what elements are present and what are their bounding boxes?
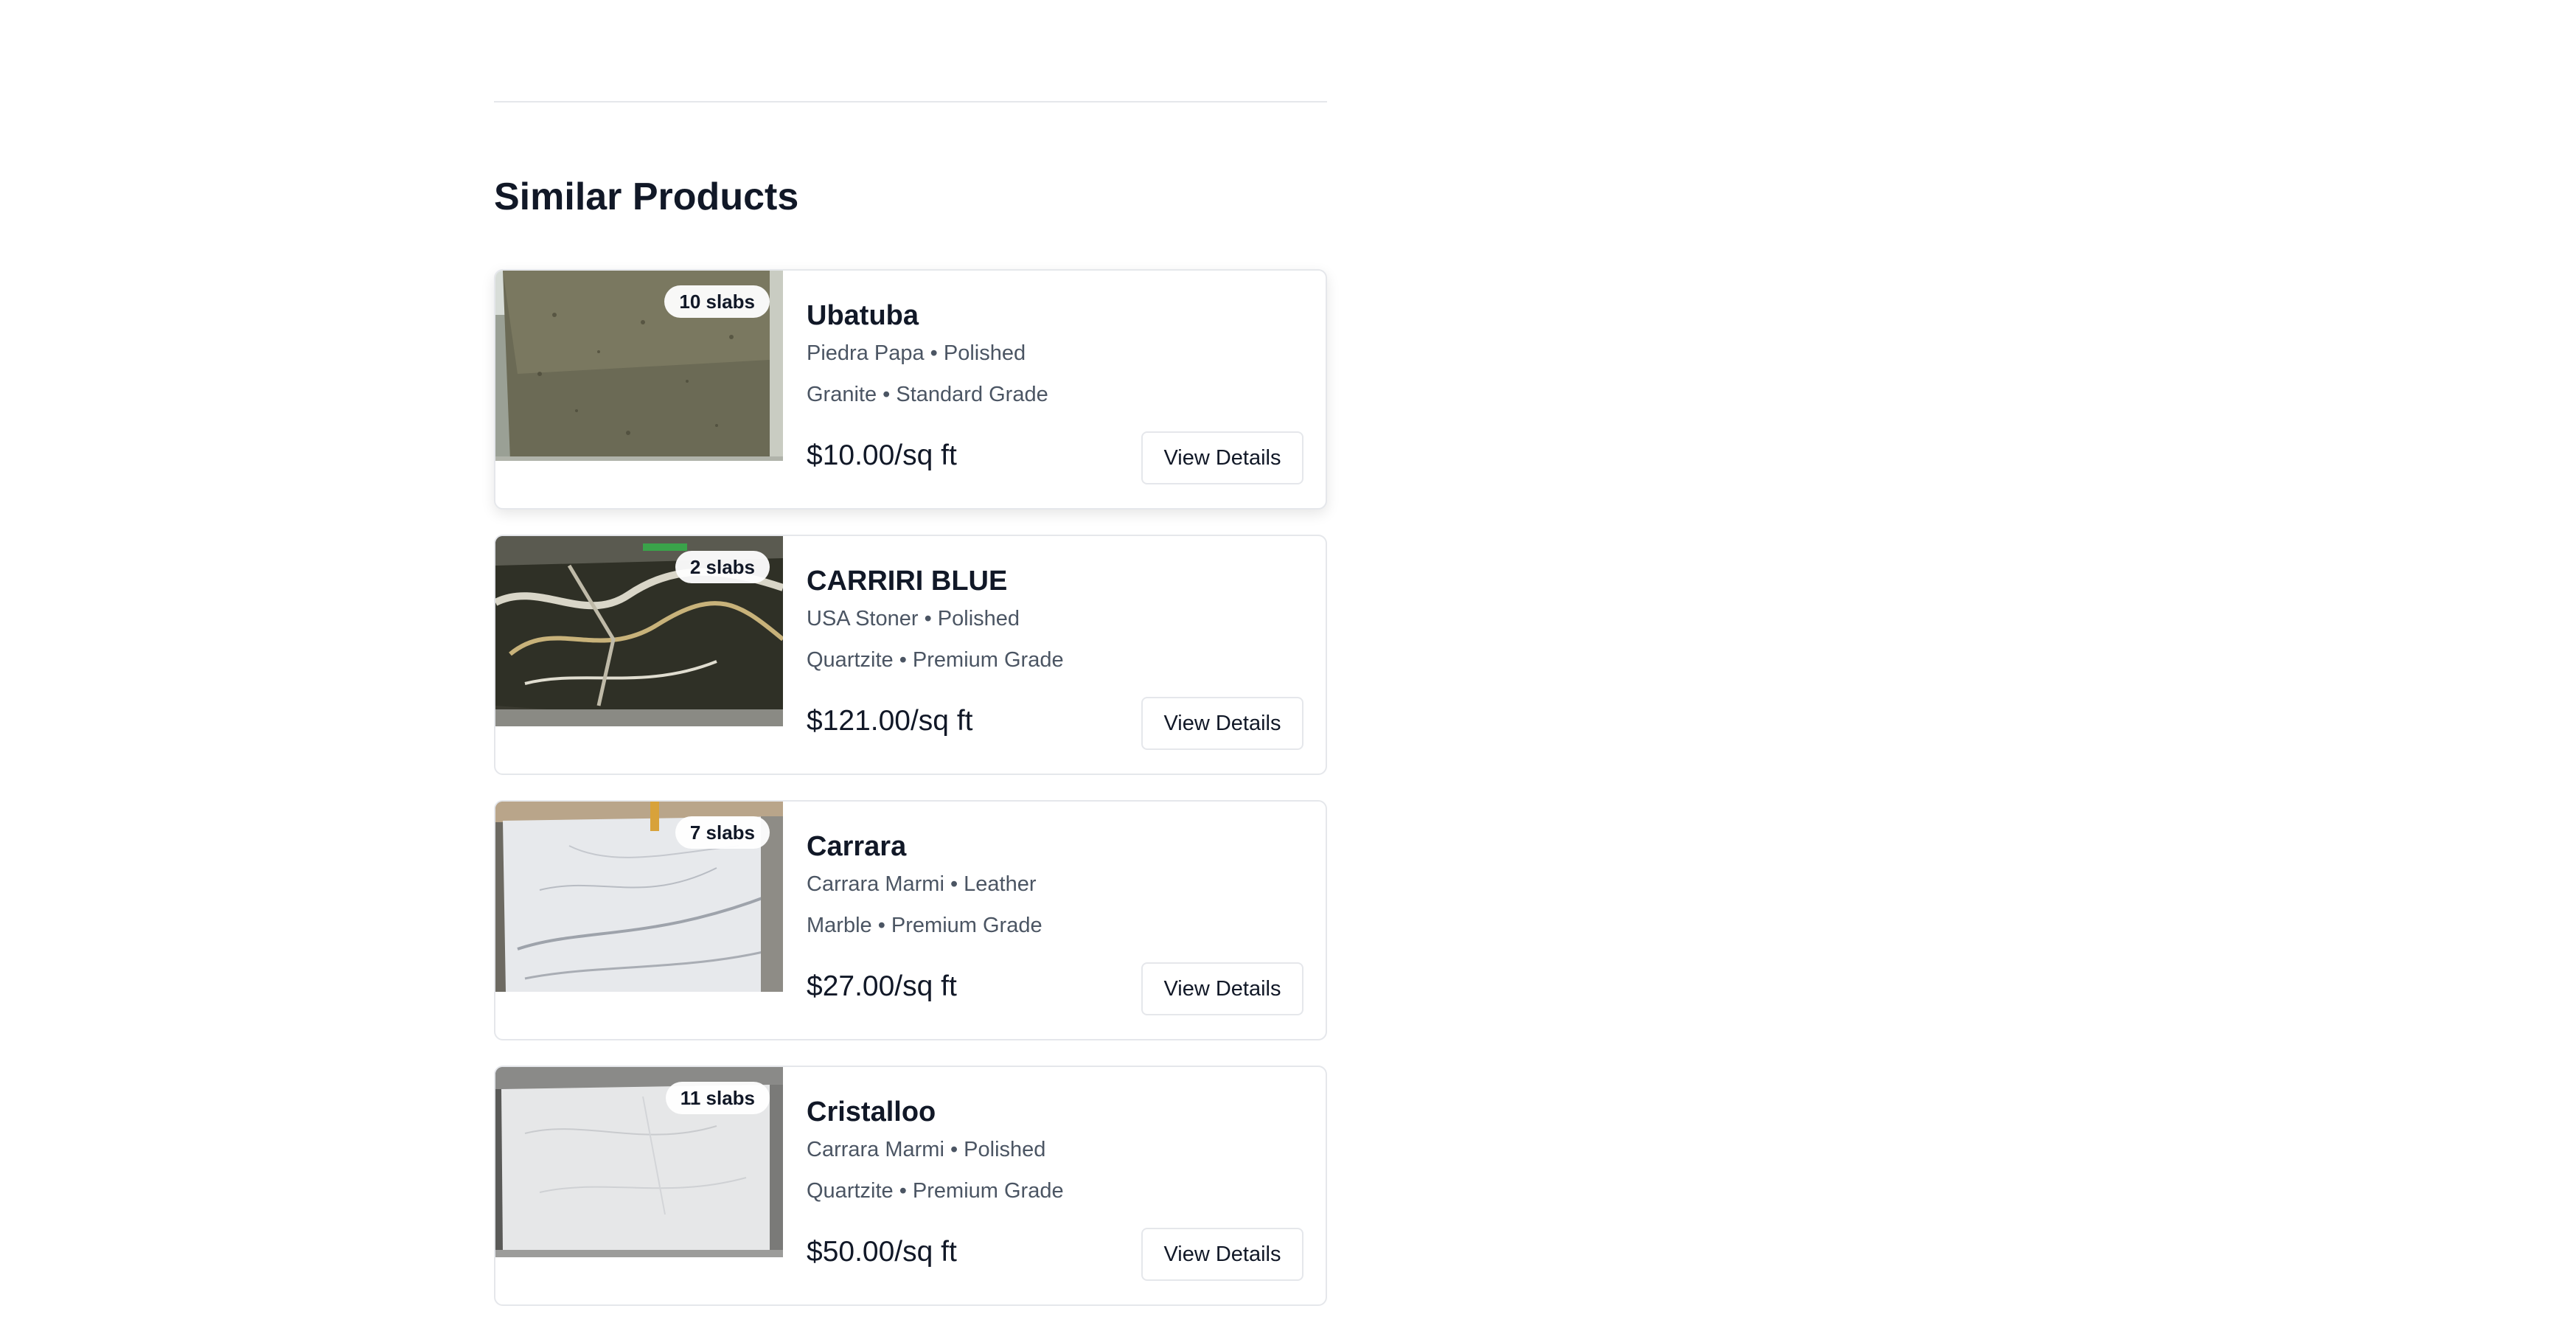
slab-count-badge: 2 slabs [675,551,770,583]
view-details-button[interactable]: View Details [1141,1228,1303,1281]
product-card[interactable]: 10 slabs Ubatuba Piedra Papa • Polished … [494,269,1327,510]
product-info: Cristalloo Carrara Marmi • Polished Quar… [807,1094,1303,1204]
product-material-grade: Quartzite • Premium Grade [807,1179,1064,1203]
view-details-button[interactable]: View Details [1141,431,1303,484]
product-supplier-finish: USA Stoner • Polished [807,607,1020,630]
product-price: $10.00/sq ft [807,439,957,471]
product-info: Carrara Carrara Marmi • Leather Marble •… [807,828,1303,939]
product-material-grade: Granite • Standard Grade [807,383,1048,406]
product-info: Ubatuba Piedra Papa • Polished Granite •… [807,297,1303,408]
product-price: $27.00/sq ft [807,970,957,1002]
section-divider [494,101,1327,102]
product-image[interactable]: 7 slabs [495,802,783,992]
product-card[interactable]: 11 slabs Cristalloo Carrara Marmi • Poli… [494,1066,1327,1306]
product-name[interactable]: Cristalloo [807,1094,1303,1130]
product-supplier-finish: Carrara Marmi • Leather [807,872,1037,896]
slab-count-badge: 11 slabs [665,1082,770,1114]
product-card[interactable]: 2 slabs CARRIRI BLUE USA Stoner • Polish… [494,535,1327,775]
section-title: Similar Products [494,176,799,218]
view-details-button[interactable]: View Details [1141,697,1303,750]
product-supplier-finish: Piedra Papa • Polished [807,341,1026,365]
product-image[interactable]: 11 slabs [495,1067,783,1257]
product-material-grade: Quartzite • Premium Grade [807,648,1064,672]
product-material-grade: Marble • Premium Grade [807,914,1042,937]
product-price: $121.00/sq ft [807,705,973,737]
product-supplier-finish: Carrara Marmi • Polished [807,1138,1046,1161]
product-name[interactable]: Ubatuba [807,297,1303,334]
slab-count-badge: 10 slabs [664,285,770,318]
view-details-button[interactable]: View Details [1141,962,1303,1015]
product-price: $50.00/sq ft [807,1236,957,1268]
product-image[interactable]: 2 slabs [495,536,783,726]
product-name[interactable]: CARRIRI BLUE [807,563,1303,600]
product-name[interactable]: Carrara [807,828,1303,865]
product-info: CARRIRI BLUE USA Stoner • Polished Quart… [807,563,1303,673]
product-image[interactable]: 10 slabs [495,271,783,461]
slab-count-badge: 7 slabs [675,816,770,849]
product-card[interactable]: 7 slabs Carrara Carrara Marmi • Leather … [494,800,1327,1040]
similar-products-list: 10 slabs Ubatuba Piedra Papa • Polished … [494,269,1327,1331]
